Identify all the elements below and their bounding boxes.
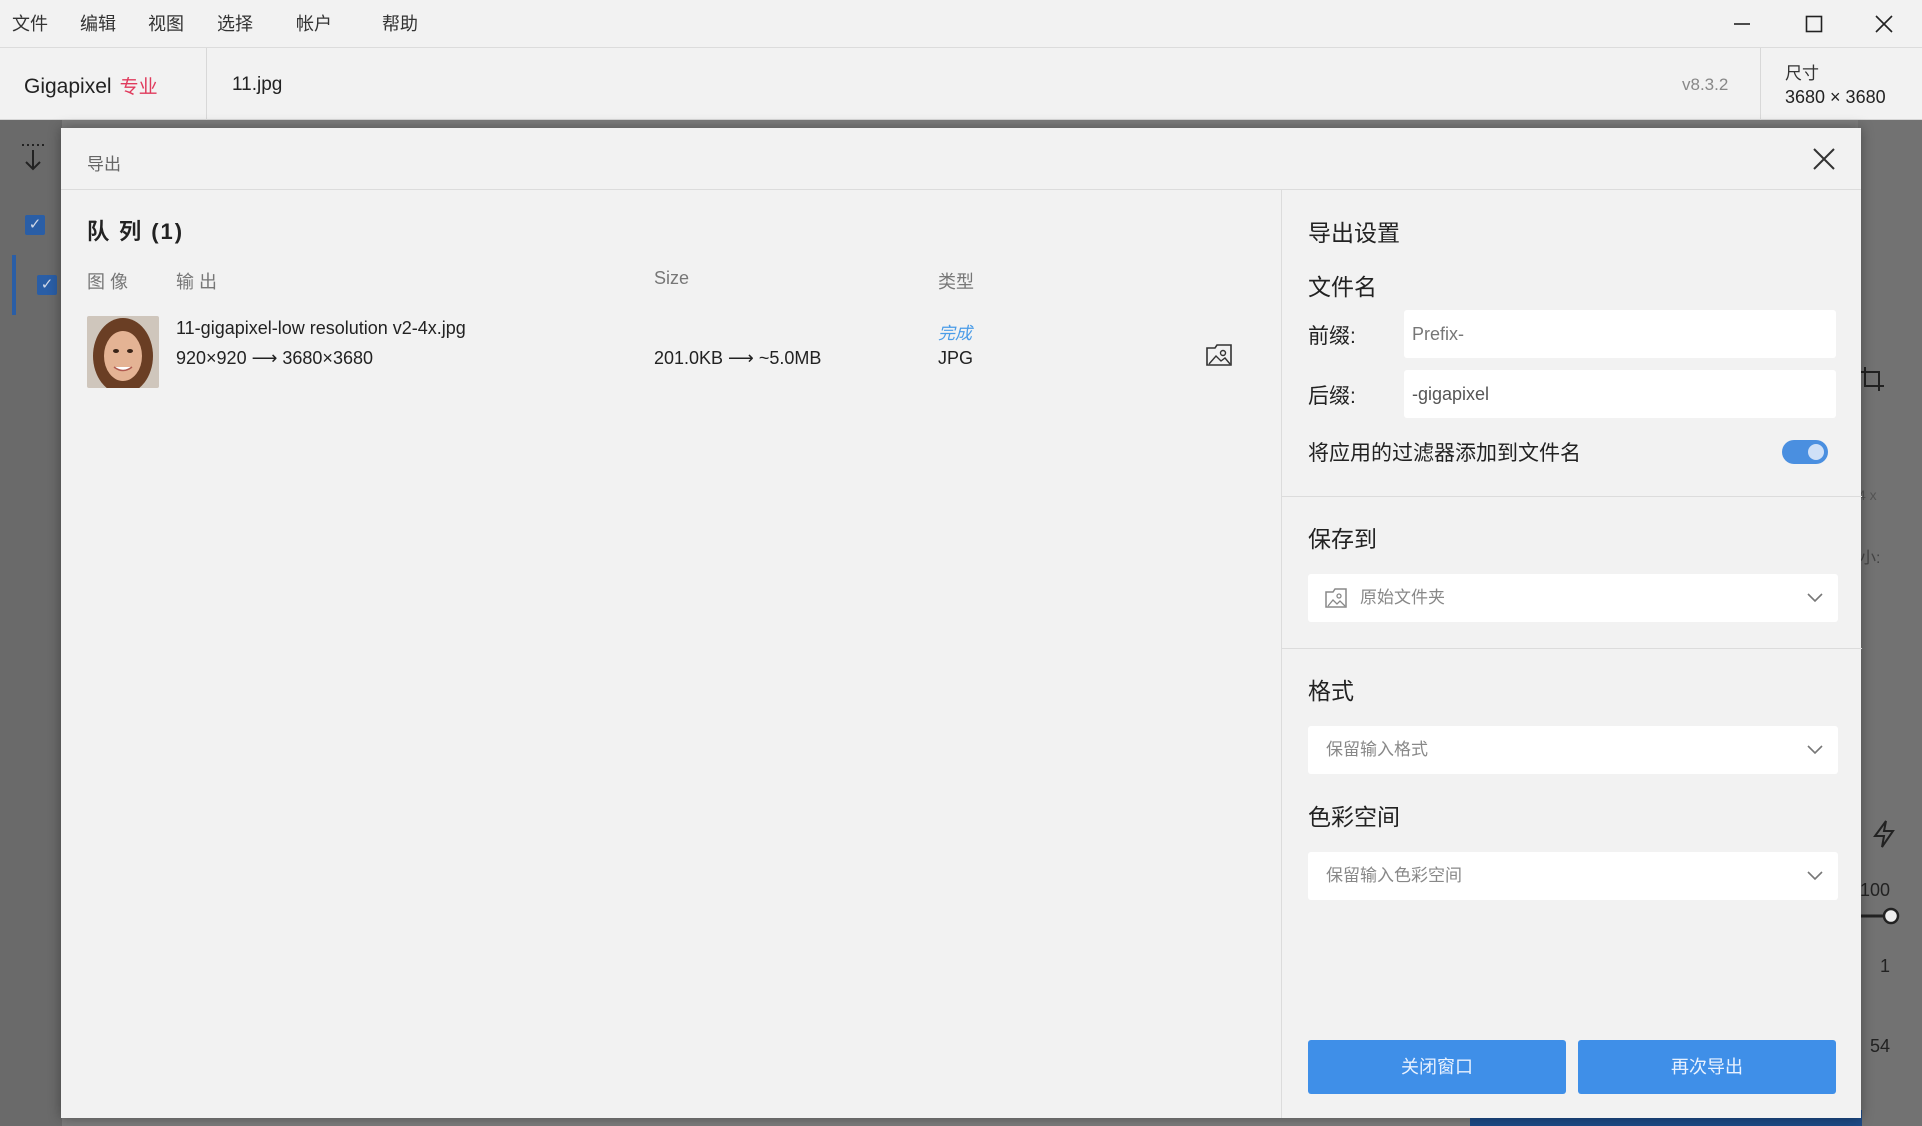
- prefix-input[interactable]: Prefix-: [1404, 310, 1836, 358]
- queue-pane: 队 列 (1) 图 像 输 出 Size 类型 11-gigapixel-low…: [61, 190, 1281, 1118]
- menu-select[interactable]: 选择: [217, 10, 253, 36]
- output-filename: 11-gigapixel-low resolution v2-4x.jpg: [176, 318, 466, 338]
- dimensions-value: 3680 × 3680: [1785, 87, 1886, 107]
- open-folder-button[interactable]: [1205, 342, 1235, 372]
- chevron-down-icon: [1807, 593, 1823, 603]
- toggle-knob: [1808, 444, 1824, 460]
- column-header-size: Size: [654, 268, 690, 288]
- prefix-label: 前缀:: [1308, 325, 1356, 348]
- save-to-section-title: 保存到: [1308, 526, 1377, 552]
- append-filters-toggle[interactable]: [1782, 440, 1828, 464]
- app-version: v8.3.2: [1682, 75, 1729, 94]
- minimize-icon: [1734, 23, 1750, 25]
- colorspace-value: 保留输入色彩空间: [1326, 866, 1462, 885]
- image-thumbnail: [87, 316, 159, 388]
- output-dimensions: 920×920 ⟶ 3680×3680: [176, 348, 373, 368]
- section-divider: [1282, 648, 1862, 649]
- filename-section-title: 文件名: [1308, 274, 1377, 300]
- header-divider: [1760, 48, 1761, 120]
- queue-title: 队 列 (1): [87, 219, 185, 244]
- suffix-input[interactable]: -gigapixel: [1404, 370, 1836, 418]
- export-again-button[interactable]: 再次导出: [1578, 1040, 1836, 1094]
- section-divider: [1282, 496, 1862, 497]
- value-text-2: 54: [1870, 1036, 1891, 1056]
- lightning-icon: [1873, 820, 1895, 848]
- save-to-dropdown[interactable]: 原始文件夹: [1308, 574, 1838, 622]
- close-icon: [1875, 15, 1893, 33]
- output-size: 201.0KB ⟶ ~5.0MB: [654, 348, 822, 368]
- brand-name: Gigapixel: [24, 75, 112, 98]
- dialog-header: 导出: [61, 128, 1861, 190]
- selection-indicator: [12, 255, 16, 315]
- crop-icon: [1860, 367, 1884, 391]
- menu-bar: 文件 编辑 视图 选择 帐户 帮助: [0, 0, 1922, 48]
- image-folder-icon: [1206, 344, 1232, 366]
- dialog-title: 导出: [87, 155, 121, 174]
- chevron-down-icon: [1807, 871, 1823, 881]
- export-settings-pane: 导出设置 文件名 前缀: Prefix- 后缀: -gigapixel 将应用的…: [1281, 190, 1862, 1118]
- export-dialog: 导出 队 列 (1) 图 像 输 出 Size 类型 11-gigapixel-…: [61, 128, 1862, 1118]
- background-right-panel: 4 x 小: 100 1 54: [1858, 120, 1922, 1126]
- brand-tier: 专业: [119, 77, 158, 98]
- settings-title: 导出设置: [1308, 220, 1400, 246]
- column-header-image: 图 像: [87, 272, 129, 292]
- current-filename: 11.jpg: [232, 74, 283, 95]
- chevron-down-icon: [1807, 745, 1823, 755]
- menu-file[interactable]: 文件: [12, 10, 48, 36]
- background-sidebar: ✓ ✓: [0, 120, 62, 1126]
- dimensions-label: 尺寸: [1785, 64, 1819, 83]
- output-type: JPG: [938, 348, 974, 368]
- menu-view[interactable]: 视图: [148, 10, 184, 36]
- checkbox-icon: ✓: [37, 275, 57, 295]
- status-badge: 完成: [938, 324, 972, 343]
- format-section-title: 格式: [1308, 678, 1354, 704]
- dialog-close-button[interactable]: [1809, 144, 1839, 174]
- image-folder-icon: [1325, 588, 1347, 608]
- window-close-button[interactable]: [1854, 0, 1914, 48]
- header-divider: [206, 48, 207, 120]
- format-dropdown[interactable]: 保留输入格式: [1308, 726, 1838, 774]
- column-header-output: 输 出: [176, 272, 218, 292]
- menu-edit[interactable]: 编辑: [80, 10, 116, 36]
- maximize-icon: [1805, 15, 1823, 33]
- checkbox-icon: ✓: [25, 215, 45, 235]
- maximize-button[interactable]: [1784, 0, 1844, 48]
- suffix-label: 后缀:: [1308, 385, 1356, 408]
- column-header-type: 类型: [938, 272, 974, 292]
- colorspace-section-title: 色彩空间: [1308, 804, 1400, 830]
- menu-help[interactable]: 帮助: [382, 10, 418, 36]
- menu-account[interactable]: 帐户: [296, 10, 332, 36]
- slider-handle-icon: [1858, 907, 1900, 925]
- size-text: 小:: [1860, 550, 1881, 567]
- minimize-button[interactable]: [1712, 0, 1772, 48]
- append-filters-label: 将应用的过滤器添加到文件名: [1308, 442, 1581, 465]
- portrait-thumbnail-icon: [87, 316, 159, 388]
- close-icon: [1813, 148, 1835, 170]
- slider-max-text: 100: [1860, 880, 1891, 900]
- format-value: 保留输入格式: [1326, 740, 1428, 759]
- sort-icon: [22, 144, 44, 171]
- close-window-button[interactable]: 关闭窗口: [1308, 1040, 1566, 1094]
- app-brand: Gigapixel 专业: [24, 72, 158, 99]
- app-header: Gigapixel 专业 11.jpg v8.3.2 尺寸 3680 × 3680: [0, 48, 1922, 120]
- value-text-1: 1: [1880, 956, 1891, 976]
- colorspace-dropdown[interactable]: 保留输入色彩空间: [1308, 852, 1838, 900]
- save-to-value: 原始文件夹: [1360, 588, 1445, 607]
